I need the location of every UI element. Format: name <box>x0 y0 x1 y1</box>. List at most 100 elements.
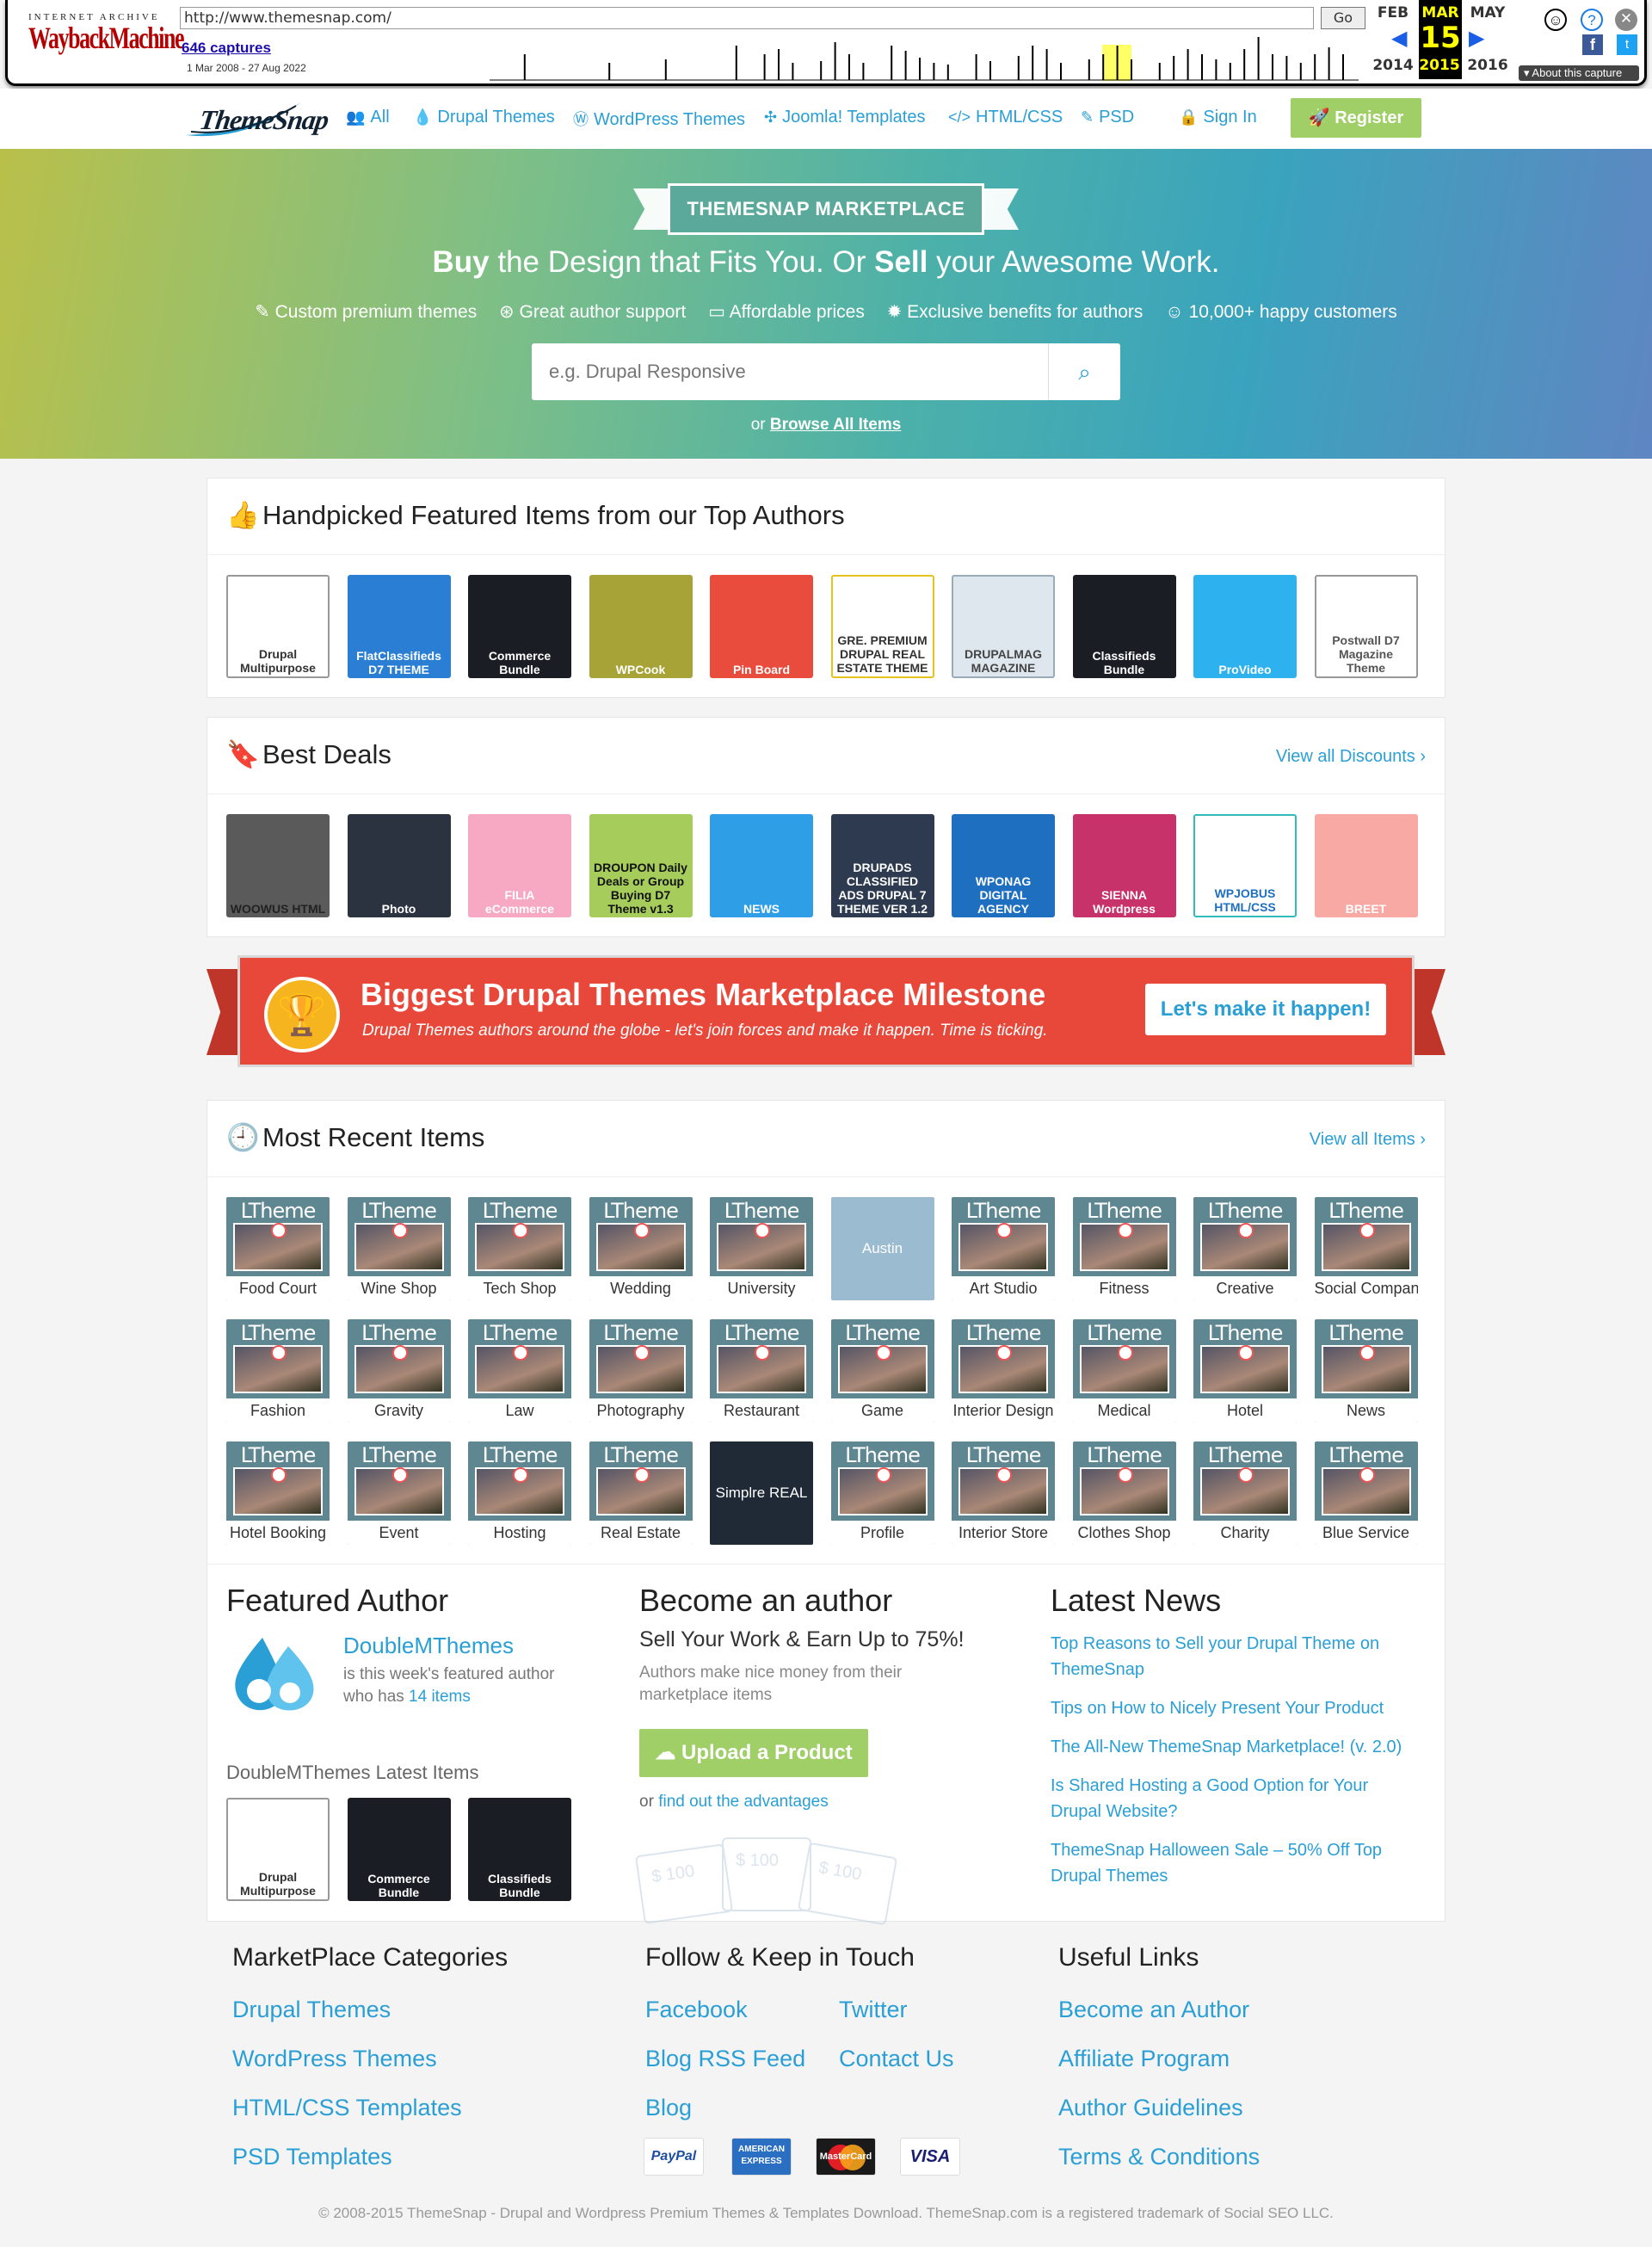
featured-item[interactable]: FlatClassifieds D7 THEME <box>347 575 451 678</box>
prev-capture-arrow-icon[interactable]: ◀ <box>1391 26 1407 51</box>
recent-item[interactable]: LTheme Charity <box>1193 1441 1297 1545</box>
make-it-happen-button[interactable]: Let's make it happen! <box>1145 984 1386 1035</box>
featured-item[interactable]: Classifieds Bundle <box>1072 575 1176 678</box>
recent-item[interactable]: LTheme Photography <box>589 1319 693 1423</box>
recent-item[interactable]: LTheme Hosting <box>468 1441 571 1545</box>
nav-wordpress-themes[interactable]: Ⓦ WordPress Themes <box>573 108 745 130</box>
view-all-discounts-link[interactable]: View all Discounts › <box>1276 747 1426 767</box>
deal-item[interactable]: BREET <box>1314 814 1418 917</box>
author-latest-item[interactable]: Classifieds Bundle <box>468 1798 571 1901</box>
wayback-month-next[interactable]: MAY 2016 <box>1467 3 1508 74</box>
recent-item[interactable]: LTheme Profile <box>830 1441 934 1545</box>
author-name-link[interactable]: DoubleMThemes <box>343 1633 514 1659</box>
featured-item[interactable]: ProVideo <box>1193 575 1297 678</box>
register-button[interactable]: 🚀 Register <box>1291 98 1421 138</box>
news-link[interactable]: ThemeSnap Halloween Sale – 50% Off Top D… <box>1051 1837 1412 1889</box>
view-all-items-link[interactable]: View all Items › <box>1310 1130 1426 1150</box>
deal-item[interactable]: Photo <box>347 814 451 917</box>
footer-link-affiliate[interactable]: Affiliate Program <box>1058 2046 1230 2072</box>
featured-item[interactable]: Postwall D7 Magazine Theme <box>1314 575 1418 678</box>
featured-item[interactable]: DRUPALMAG MAGAZINE <box>952 575 1055 678</box>
author-items-link[interactable]: 14 items <box>409 1688 471 1706</box>
next-capture-arrow-icon[interactable]: ▶ <box>1469 26 1484 51</box>
deal-item[interactable]: FILIA eCommerce <box>468 814 571 917</box>
recent-item[interactable]: LTheme Social Company <box>1314 1197 1418 1300</box>
recent-item[interactable]: LTheme Hotel Booking <box>226 1441 330 1545</box>
recent-item[interactable]: LTheme Gravity <box>347 1319 451 1423</box>
deal-item[interactable]: WPONAG DIGITAL AGENCY <box>952 814 1055 917</box>
nav-sign-in[interactable]: 🔒 Sign In <box>1179 108 1257 127</box>
recent-item[interactable]: Austin <box>830 1197 934 1300</box>
search-button[interactable]: ⌕ <box>1048 343 1120 400</box>
recent-item[interactable]: LTheme Blue Service <box>1314 1441 1418 1545</box>
close-icon[interactable]: ✕ <box>1615 9 1637 31</box>
wayback-captures-link[interactable]: 646 captures <box>182 40 271 57</box>
help-icon[interactable]: ? <box>1581 9 1603 31</box>
deal-item[interactable]: WOOWUS HTML <box>226 814 330 917</box>
recent-item[interactable]: LTheme Clothes Shop <box>1072 1441 1176 1545</box>
featured-item[interactable]: Commerce Bundle <box>468 575 571 678</box>
footer-link-guidelines[interactable]: Author Guidelines <box>1058 2095 1243 2121</box>
news-link[interactable]: Top Reasons to Sell your Drupal Theme on… <box>1051 1631 1412 1682</box>
author-avatar[interactable] <box>228 1629 323 1724</box>
recent-item[interactable]: LTheme Food Court <box>226 1197 330 1300</box>
search-input[interactable] <box>532 343 1048 400</box>
footer-link-twitter[interactable]: Twitter <box>839 1997 908 2023</box>
recent-item[interactable]: LTheme Medical <box>1072 1319 1176 1423</box>
nav-drupal-themes[interactable]: 💧 Drupal Themes <box>413 108 555 127</box>
recent-item[interactable]: LTheme News <box>1314 1319 1418 1423</box>
recent-item[interactable]: LTheme Real Estate <box>589 1441 693 1545</box>
footer-link-blog[interactable]: Blog <box>645 2095 692 2121</box>
footer-link-become-author[interactable]: Become an Author <box>1058 1997 1249 2023</box>
recent-item[interactable]: LTheme Restaurant <box>710 1319 813 1423</box>
nav-html-css[interactable]: </> HTML/CSS <box>948 108 1063 127</box>
upload-product-button[interactable]: ☁ Upload a Product <box>639 1729 868 1777</box>
nav-all[interactable]: 👥 All <box>346 108 390 127</box>
about-capture-button[interactable]: ▾ About this capture <box>1519 65 1639 81</box>
recent-item[interactable]: LTheme Creative <box>1193 1197 1297 1300</box>
footer-link-rss[interactable]: Blog RSS Feed <box>645 2046 805 2072</box>
browse-all-link[interactable]: Browse All Items <box>770 416 901 434</box>
author-latest-item[interactable]: Commerce Bundle <box>347 1798 451 1901</box>
twitter-icon[interactable]: t <box>1617 34 1637 55</box>
footer-link-drupal-themes[interactable]: Drupal Themes <box>232 1997 391 2023</box>
deal-item[interactable]: NEWS <box>710 814 813 917</box>
recent-item[interactable]: LTheme Interior Design <box>952 1319 1055 1423</box>
themesnap-logo[interactable]: ThemeSnap <box>182 97 330 145</box>
recent-item[interactable]: LTheme Art Studio <box>952 1197 1055 1300</box>
footer-link-facebook[interactable]: Facebook <box>645 1997 748 2023</box>
recent-item[interactable]: LTheme Wedding <box>589 1197 693 1300</box>
deal-item[interactable]: WPJOBUS HTML/CSS <box>1193 814 1297 917</box>
featured-item[interactable]: GRE. PREMIUM DRUPAL REAL ESTATE THEME <box>830 575 934 678</box>
deal-item[interactable]: DROUPON Daily Deals or Group Buying D7 T… <box>589 814 693 917</box>
recent-item[interactable]: LTheme Fashion <box>226 1319 330 1423</box>
recent-item[interactable]: LTheme Hotel <box>1193 1319 1297 1423</box>
footer-link-contact[interactable]: Contact Us <box>839 2046 954 2072</box>
recent-item[interactable]: LTheme University <box>710 1197 813 1300</box>
wayback-url-input[interactable]: http://www.themesnap.com/ <box>180 7 1314 29</box>
footer-link-html-css[interactable]: HTML/CSS Templates <box>232 2095 462 2121</box>
featured-item[interactable]: Pin Board <box>710 575 813 678</box>
footer-link-psd[interactable]: PSD Templates <box>232 2144 392 2170</box>
author-latest-item[interactable]: Drupal Multipurpose <box>226 1798 330 1901</box>
nav-psd[interactable]: ✎ PSD <box>1081 108 1134 127</box>
wayback-capture-histogram[interactable] <box>490 33 1359 81</box>
recent-item[interactable]: LTheme Tech Shop <box>468 1197 571 1300</box>
featured-item[interactable]: WPCook <box>589 575 693 678</box>
recent-item[interactable]: LTheme Fitness <box>1072 1197 1176 1300</box>
news-link[interactable]: Tips on How to Nicely Present Your Produ… <box>1051 1695 1412 1721</box>
deal-item[interactable]: SIENNA Wordpress <box>1072 814 1176 917</box>
facebook-icon[interactable]: f <box>1582 34 1603 55</box>
news-link[interactable]: Is Shared Hosting a Good Option for Your… <box>1051 1773 1412 1824</box>
featured-item[interactable]: Drupal Multipurpose <box>226 575 330 678</box>
footer-link-wordpress-themes[interactable]: WordPress Themes <box>232 2046 437 2072</box>
recent-item[interactable]: LTheme Law <box>468 1319 571 1423</box>
recent-item[interactable]: Simplre REAL ESTATE <box>710 1441 813 1545</box>
advantages-link[interactable]: find out the advantages <box>658 1793 829 1811</box>
footer-link-terms[interactable]: Terms & Conditions <box>1058 2144 1260 2170</box>
wayback-month-prev[interactable]: FEB 2014 <box>1372 3 1414 74</box>
recent-item[interactable]: LTheme Event <box>347 1441 451 1545</box>
wayback-logo[interactable]: INTERNET ARCHIVE WaybackMachine <box>28 12 184 64</box>
deal-item[interactable]: DRUPADS CLASSIFIED ADS DRUPAL 7 THEME VE… <box>830 814 934 917</box>
nav-joomla-templates[interactable]: ✣ Joomla! Templates <box>764 108 925 127</box>
